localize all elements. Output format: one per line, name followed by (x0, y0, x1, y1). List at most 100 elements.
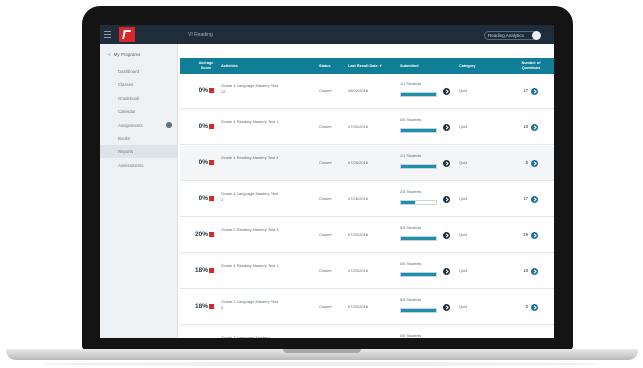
submission-progress-fill (401, 237, 436, 240)
col-header-date[interactable]: Last Result Date ▼ (348, 64, 383, 69)
sidebar-item-assignments[interactable]: Assignments (100, 119, 178, 132)
hamburger-menu-icon[interactable] (104, 31, 111, 38)
col-header-category[interactable]: Category (459, 64, 475, 69)
sidebar-item-label: Books (118, 136, 130, 141)
table-row[interactable]: 20% Grade 2 Reading Mastery Test 3 Closed 0… (180, 218, 554, 253)
view-submissions-icon[interactable] (443, 232, 450, 239)
score-flag-icon (209, 232, 214, 237)
activity-name-link[interactable]: Grade 4 Reading Mastery Test 1 (221, 119, 279, 125)
view-questions-icon[interactable] (531, 124, 538, 131)
question-count: 5 (525, 160, 528, 165)
view-submissions-icon[interactable] (443, 160, 450, 167)
submitted-count: 1/1 Students (400, 82, 422, 86)
submission-progress-bar (400, 236, 437, 241)
view-questions-icon[interactable] (531, 88, 538, 95)
sidebar-item-gradebook[interactable]: Gradebook (100, 92, 178, 105)
view-questions-icon[interactable] (531, 268, 538, 275)
submitted-count: 2/5 Students (400, 190, 422, 194)
view-questions-icon[interactable] (531, 304, 538, 311)
activity-name-link[interactable]: Grade 4 Language Mastery Test 12 (221, 83, 279, 95)
submission-progress-fill (401, 201, 415, 204)
result-date: 08/02/2016 (348, 88, 369, 93)
result-date: 07/26/2016 (348, 160, 369, 165)
view-questions-icon[interactable] (531, 196, 538, 203)
result-date: 07/26/2016 (348, 196, 369, 201)
view-submissions-icon[interactable] (443, 268, 450, 275)
category-text: Quiz (459, 88, 468, 93)
score-flag-icon (209, 160, 214, 165)
average-score: 20% (194, 231, 208, 238)
submission-progress-bar (400, 200, 437, 205)
col-header-questions[interactable]: Number of Questions (517, 61, 545, 70)
view-questions-icon[interactable] (531, 160, 538, 167)
view-submissions-icon[interactable] (443, 196, 450, 203)
average-score: 18% (194, 267, 208, 274)
laptop-base-notch (283, 349, 361, 353)
sidebar-item-dashboard[interactable]: Dashboard (100, 65, 178, 78)
table-row[interactable]: 0% Grade 4 Language Mastery Test 12 Closed… (180, 74, 554, 109)
activity-name-link[interactable]: Grade 2 Reading Mastery Test 3 (221, 227, 279, 233)
status-text: Closed (319, 196, 332, 201)
submitted-count: 1/1 Students (400, 154, 422, 158)
status-text: Closed (319, 304, 332, 309)
average-score: 0% (198, 87, 208, 94)
average-score: 0% (198, 195, 208, 202)
table-row[interactable]: 18% Grade 4 Reading Mastery Test 1 Closed 0… (180, 254, 554, 289)
result-date: 07/20/2016 (348, 232, 369, 237)
table-row[interactable]: 18% Grade 2 Language Mastery Test 2 Closed… (180, 290, 554, 325)
submission-progress-fill (401, 309, 436, 312)
activity-name-link[interactable]: Grade 2 Language Mastery Test 2 (221, 299, 279, 311)
average-score: 0% (198, 123, 208, 130)
score-flag-icon (209, 124, 214, 129)
score-flag-icon (209, 304, 214, 309)
submitted-count: 5/5 Students (400, 118, 422, 122)
sidebar-header[interactable]: < My Programs (108, 52, 140, 57)
sidebar-item-label: Classes (118, 82, 134, 88)
question-count: 17 (523, 196, 528, 201)
col-header-activities[interactable]: Activities (221, 64, 238, 69)
sidebar-item-classes[interactable]: Classes (100, 78, 178, 91)
sidebar-item-reports[interactable]: Reports (100, 145, 178, 159)
view-submissions-icon[interactable] (443, 304, 450, 311)
activity-name-link[interactable]: Grade 2 Language Mastery (221, 335, 279, 338)
table-row[interactable]: 0% Grade 4 Language Mastery Test 1 Closed 0… (180, 182, 554, 217)
sidebar-item-label: Reports (118, 149, 134, 155)
activity-name-link[interactable]: Grade 4 Language Mastery Test 1 (221, 191, 279, 203)
submission-progress-fill (401, 93, 436, 96)
view-questions-icon[interactable] (531, 232, 538, 239)
sidebar-item-label: Gradebook (118, 95, 140, 101)
brand-logo[interactable] (119, 27, 135, 42)
table-row[interactable]: 0% Grade 4 Reading Mastery Test 1 Closed 07… (180, 110, 554, 145)
table-row[interactable]: Grade 2 Language Mastery 5/5 Students (180, 326, 554, 338)
app-title: VI Reading (188, 32, 213, 38)
submitted-count: 5/5 Students (400, 226, 422, 230)
sidebar-item-label: Calendar (118, 109, 136, 115)
question-count: 5 (525, 304, 528, 309)
chevron-left-icon: < (108, 52, 111, 57)
sidebar-item-calendar[interactable]: Calendar (100, 105, 178, 118)
col-header-submitted[interactable]: Submitted (400, 64, 419, 69)
question-count: 29 (523, 232, 528, 237)
sidebar-item-books[interactable]: Books (100, 132, 178, 145)
average-score: 18% (194, 303, 208, 310)
top-bar: VI Reading Reading Analytics (100, 25, 554, 44)
activity-name-link[interactable]: Grade 4 Reading Mastery Test 4 (221, 155, 279, 161)
col-header-score[interactable]: Average Score (194, 61, 218, 70)
view-submissions-icon[interactable] (443, 88, 450, 95)
status-text: Closed (319, 232, 332, 237)
submitted-count: 5/5 Students (400, 334, 422, 338)
sidebar-item-assessments[interactable]: Assessments (100, 159, 178, 172)
submission-progress-bar (400, 164, 437, 169)
status-text: Closed (319, 160, 332, 165)
assignments-count-badge (166, 121, 172, 128)
activity-name-link[interactable]: Grade 4 Reading Mastery Test 1 (221, 263, 279, 269)
user-menu-label: Reading Analytics (488, 33, 524, 38)
sidebar-item-label: Assignments (118, 122, 143, 128)
view-submissions-icon[interactable] (443, 124, 450, 131)
laptop-shadow (40, 362, 603, 366)
col-header-status[interactable]: Status (319, 64, 331, 69)
avatar-icon[interactable] (532, 31, 541, 40)
submission-progress-bar (400, 128, 437, 133)
table-row[interactable]: 0% Grade 4 Reading Mastery Test 4 Closed 07… (180, 146, 554, 181)
category-text: Quiz (459, 160, 468, 165)
